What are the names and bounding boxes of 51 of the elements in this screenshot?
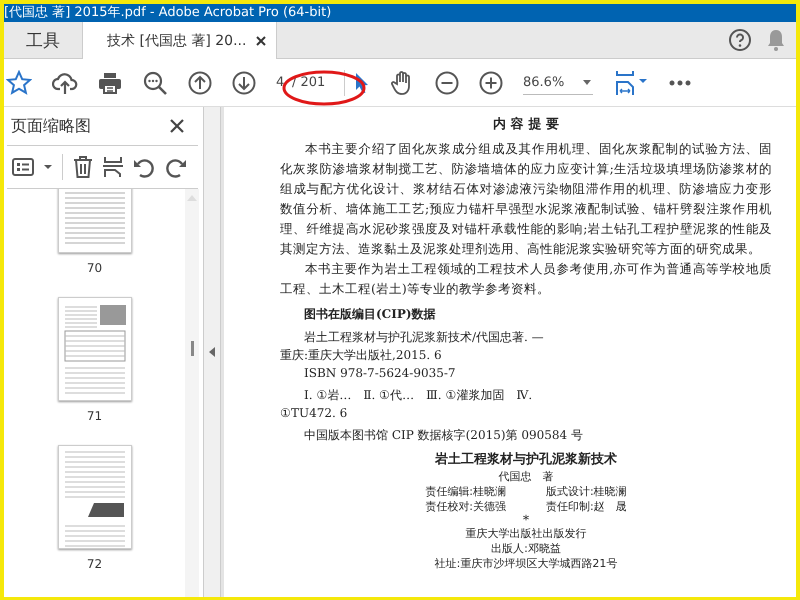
credit: 责任编辑:桂晓澜 [425, 484, 506, 499]
help-icon[interactable] [728, 28, 752, 52]
tab[interactable]: 技术 [代国忠 著] 20... [82, 22, 278, 59]
page-label: 71 [86, 409, 102, 423]
zoom-out-icon[interactable] [435, 70, 459, 94]
collapse-arrow-icon[interactable] [209, 347, 215, 357]
credit: 责任印制:赵 晟 [546, 499, 627, 514]
zoom-in-icon[interactable] [479, 70, 503, 94]
page-extract-icon[interactable] [103, 156, 123, 178]
cip-line: 重庆:重庆大学出版社,2015. 6 [280, 347, 443, 364]
page-label: 72 [86, 557, 102, 571]
publisher-line: 重庆大学出版社出版发行 [464, 526, 588, 541]
close-icon[interactable] [170, 119, 184, 133]
paragraph: 本书主要作为岩土工程领域的工程技术人员参考使用,亦可作为普通高等学校地质工程、土木工程(岩土)等专业的教学参考资料。 [280, 260, 772, 298]
cip-line: ①TU472. 6 [280, 405, 348, 422]
print-icon[interactable] [98, 70, 122, 94]
credit: 版式设计:桂晓澜 [546, 484, 627, 499]
close-icon[interactable] [256, 36, 266, 46]
scroll-thumb[interactable] [190, 341, 194, 356]
pointer-icon[interactable] [353, 70, 371, 94]
publisher-line: 社址:重庆市沙坪坝区大学城西路21号 [434, 556, 618, 571]
fit-page-icon[interactable] [615, 70, 649, 96]
trash-icon[interactable] [73, 156, 93, 178]
cip-line: 岩土工程浆材与护孔泥浆新技术/代国忠著. — [303, 329, 545, 346]
more-icon[interactable] [669, 80, 691, 86]
zoom-dropdown[interactable]: 86.6% [523, 70, 593, 94]
credit: 责任校对:关德强 [425, 499, 506, 514]
book-title: 岩土工程浆材与护孔泥浆新技术 [434, 450, 618, 469]
search-comment-icon[interactable] [142, 70, 168, 96]
scrollbar[interactable] [185, 189, 199, 597]
next-page-icon[interactable] [232, 70, 256, 94]
page-number-field[interactable]: 4 [274, 75, 284, 90]
tab[interactable]: 工具 [4, 22, 82, 58]
author: 代国忠 著 [498, 469, 554, 484]
page-heading: 内 容 提 要 [492, 116, 560, 134]
previous-page-icon[interactable] [188, 70, 212, 94]
separator-mark: * [522, 514, 530, 526]
star-icon[interactable] [6, 70, 32, 96]
page-thumbnail-drawing[interactable] [58, 297, 132, 401]
options-icon[interactable] [12, 157, 52, 177]
caret-icon [583, 80, 591, 84]
cip-line: Ⅰ. ①岩… Ⅱ. ①代… Ⅲ. ①灌浆加固 Ⅳ. [303, 387, 534, 404]
panel-title: 页面缩略图 [11, 116, 91, 136]
publisher-line: 出版人:邓晓益 [490, 541, 562, 556]
window-title: [代国忠 著] 2015年.pdf - Adobe Acrobat Pro (64-bit) [4, 5, 332, 20]
page-label: 70 [86, 261, 102, 275]
paragraph: 本书主要介绍了固化灰浆成分组成及其作用机理、固化灰浆配制的试验方法、固化灰浆防渗墙浆材制搅工艺、防渗墙墙体的应力应变计算;生活垃圾填埋场防渗浆材的组成与配方优化设计、浆材结石体对渗滤液污染物阻滞作用的机理、防渗墙应力变形数值分析、墙体施工工艺;预应力锚杆早强型水泥浆液配制试验、锚杆劈裂注浆作用机理、纤维提高水泥砂浆强度及对锚杆承载性能的影响;岩土钻孔工程护壁泥浆的性能及其测定方法、造浆黏土及泥浆处理剂选用、高性能泥浆实验研究等方面的研究成果。 [280, 140, 772, 258]
cip-line: 中国版本图书馆 CIP 数据核字(2015)第 090584 号 [303, 427, 584, 444]
cip-heading: 图书在版编目(CIP)数据 [303, 306, 437, 323]
cip-line: ISBN 978-7-5624-9035-7 [303, 365, 457, 382]
page-thumbnail-drawing[interactable] [58, 445, 132, 549]
